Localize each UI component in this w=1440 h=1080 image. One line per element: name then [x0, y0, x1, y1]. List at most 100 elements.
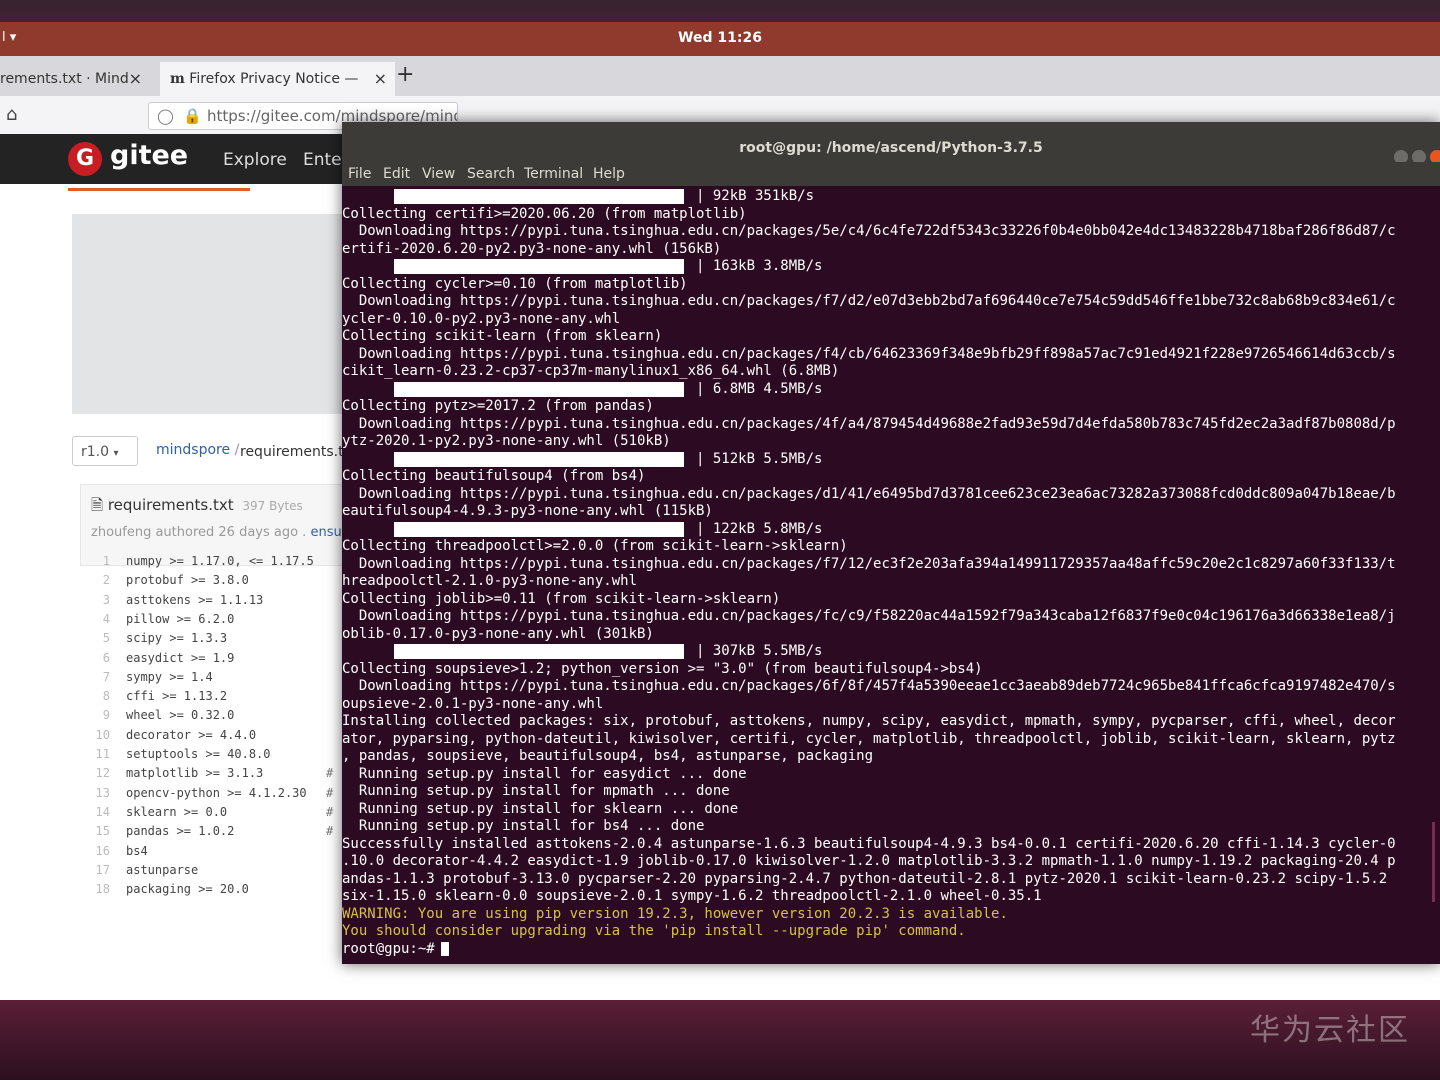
- line-text: sklearn >= 0.0: [126, 804, 228, 819]
- line-text: easydict >= 1.9: [126, 650, 235, 665]
- file-name: requirements.txt: [107, 496, 234, 514]
- repo-banner-image: [72, 214, 342, 414]
- line-comment: #: [326, 824, 334, 839]
- line-number: 8: [102, 689, 110, 704]
- line-text: decorator >= 4.4.0: [126, 727, 257, 742]
- line-text: wheel >= 0.32.0: [126, 708, 235, 723]
- code-line: 4 pillow >= 6.2.0: [80, 612, 342, 631]
- tab-strip: rements.txt · Mind × m Firefox Privacy N…: [0, 56, 1440, 96]
- output-line: Collecting soupsieve>1.2; python_version…: [342, 660, 983, 677]
- output-line: andas-1.1.3 protobuf-3.13.0 pycparser-2.…: [342, 870, 1388, 887]
- code-line: 1 numpy >= 1.17.0, <= 1.17.5: [80, 554, 342, 573]
- line-text: numpy >= 1.17.0, <= 1.17.5: [126, 554, 314, 568]
- code-line: 5 scipy >= 1.3.3: [80, 631, 342, 650]
- lock-icon[interactable]: 🔒: [183, 103, 202, 129]
- code-line: 13 opencv-python >= 4.1.2.30 #: [80, 786, 342, 805]
- line-comment: #: [326, 804, 334, 819]
- line-number: 10: [95, 727, 110, 742]
- tab-requirements[interactable]: rements.txt · Mind ×: [0, 62, 150, 96]
- output-line: Collecting pytz>=2017.2 (from pandas): [342, 398, 654, 414]
- file-size: 397 Bytes: [242, 499, 303, 513]
- gitee-brand[interactable]: gitee: [110, 140, 188, 171]
- nav-explore[interactable]: Explore: [223, 150, 287, 170]
- menu-edit[interactable]: Edit: [383, 166, 410, 182]
- output-line: , pandas, soupsieve, beautifulsoup4, bs4…: [342, 748, 874, 764]
- gnome-top-bar: l ▾ Wed 11:26: [0, 22, 1440, 56]
- output-line: ytz-2020.1-py2.py3-none-any.whl (510kB): [342, 433, 671, 449]
- line-number: 2: [102, 573, 110, 588]
- line-text: packaging >= 20.0: [126, 882, 249, 897]
- terminal-titlebar[interactable]: root@gpu: /home/ascend/Python-3.7.5: [342, 122, 1440, 164]
- warning-line: WARNING: You are using pip version 19.2.…: [342, 905, 1008, 922]
- output-line: Collecting beautifulsoup4 (from bs4): [342, 468, 646, 484]
- output-line: Successfully installed asttokens-2.0.4 a…: [342, 835, 1396, 852]
- terminal-title: root@gpu: /home/ascend/Python-3.7.5: [739, 140, 1043, 156]
- warning-line: You should consider upgrading via the 'p…: [342, 923, 966, 939]
- shell-prompt: root@gpu:~#: [342, 940, 435, 957]
- terminal-scrollbar[interactable]: [1432, 822, 1435, 902]
- desktop-bottom: [0, 1000, 1440, 1080]
- breadcrumb-repo[interactable]: mindspore /: [156, 442, 239, 458]
- menu-terminal[interactable]: Terminal: [524, 166, 583, 182]
- gitee-logo-icon[interactable]: G: [68, 142, 102, 176]
- home-icon[interactable]: ⌂: [6, 104, 17, 125]
- code-line: 11 setuptools >= 40.8.0: [80, 747, 342, 766]
- menu-view[interactable]: View: [422, 166, 455, 182]
- file-icon: 🗎: [91, 496, 104, 514]
- line-text: scipy >= 1.3.3: [126, 631, 228, 646]
- line-text: bs4: [126, 843, 148, 858]
- code-line: 10 decorator >= 4.4.0: [80, 728, 342, 747]
- tab-label: rements.txt · Mind: [0, 71, 129, 87]
- code-line: 8 cffi >= 1.13.2: [80, 689, 342, 708]
- output-line: eautifulsoup4-4.9.3-py3-none-any.whl (11…: [342, 503, 713, 519]
- output-line: Installing collected packages: six, prot…: [342, 713, 1396, 729]
- code-line: 6 easydict >= 1.9: [80, 651, 342, 670]
- output-line: ertifi-2020.6.20-py2.py3-none-any.whl (1…: [342, 240, 722, 257]
- breadcrumb: r1.0 ▾ mindspore / requirements.txt: [72, 436, 357, 470]
- line-text: protobuf >= 3.8.0: [126, 573, 249, 588]
- code-line: 16 bs4: [80, 844, 342, 863]
- terminal-output[interactable]: | 92kB 351kB/s Collecting certifi>=2020.0…: [342, 188, 1440, 964]
- line-text: pandas >= 1.0.2: [126, 824, 235, 839]
- line-text: opencv-python >= 4.1.2.30: [126, 785, 307, 800]
- download-progress-bar: [394, 381, 684, 397]
- line-number: 18: [95, 882, 110, 897]
- menu-file[interactable]: File: [348, 166, 371, 182]
- code-line: 7 sympy >= 1.4: [80, 670, 342, 689]
- output-line: ycler-0.10.0-py2.py3-none-any.whl: [342, 310, 621, 327]
- output-line: Collecting certifi>=2020.06.20 (from mat…: [342, 205, 747, 222]
- output-line: hreadpoolctl-2.1.0-py3-none-any.whl: [342, 573, 638, 589]
- menu-help[interactable]: Help: [593, 166, 625, 182]
- nav-underline: [68, 188, 250, 191]
- output-line: Downloading https://pypi.tuna.tsinghua.e…: [342, 415, 1396, 432]
- code-viewer: 1 numpy >= 1.17.0, <= 1.17.5 2 protobuf >= …: [80, 554, 342, 914]
- branch-selector[interactable]: r1.0 ▾: [72, 436, 138, 466]
- line-number: 11: [95, 747, 110, 761]
- author-line: zhoufeng authored 26 days ago .: [91, 525, 307, 540]
- line-text: pillow >= 6.2.0: [126, 611, 235, 626]
- line-number: 16: [95, 843, 110, 858]
- output-line: .10.0 decorator-4.4.2 easydict-1.9 jobli…: [342, 853, 1396, 869]
- text-cursor: [440, 941, 449, 956]
- output-line: Running setup.py install for sklearn ...…: [342, 800, 739, 817]
- clock[interactable]: Wed 11:26: [0, 30, 1440, 46]
- line-number: 5: [102, 631, 110, 646]
- code-line: 14 sklearn >= 0.0 #: [80, 805, 342, 824]
- menu-search[interactable]: Search: [467, 166, 515, 182]
- tab-favicon-icon: m: [170, 71, 185, 87]
- line-comment: #: [326, 766, 334, 781]
- close-tab-icon[interactable]: ×: [129, 62, 142, 96]
- shield-icon[interactable]: ◯: [157, 103, 174, 129]
- new-tab-button[interactable]: +: [396, 62, 414, 87]
- output-line: Running setup.py install for easydict ..…: [342, 765, 747, 782]
- watermark: 华为云社区: [1250, 1013, 1410, 1048]
- line-number: 4: [102, 611, 110, 626]
- output-line: Collecting threadpoolctl>=2.0.0 (from sc…: [342, 538, 848, 554]
- prompt-line[interactable]: root@gpu:~#: [342, 941, 449, 958]
- tab-privacy-notice[interactable]: m Firefox Privacy Notice — ×: [160, 62, 395, 96]
- breadcrumb-file: requirements.txt: [240, 444, 358, 460]
- download-progress-bar: [394, 521, 684, 537]
- line-number: 7: [102, 669, 110, 684]
- close-tab-icon[interactable]: ×: [374, 62, 387, 96]
- code-line: 12 matplotlib >= 3.1.3 #: [80, 766, 342, 785]
